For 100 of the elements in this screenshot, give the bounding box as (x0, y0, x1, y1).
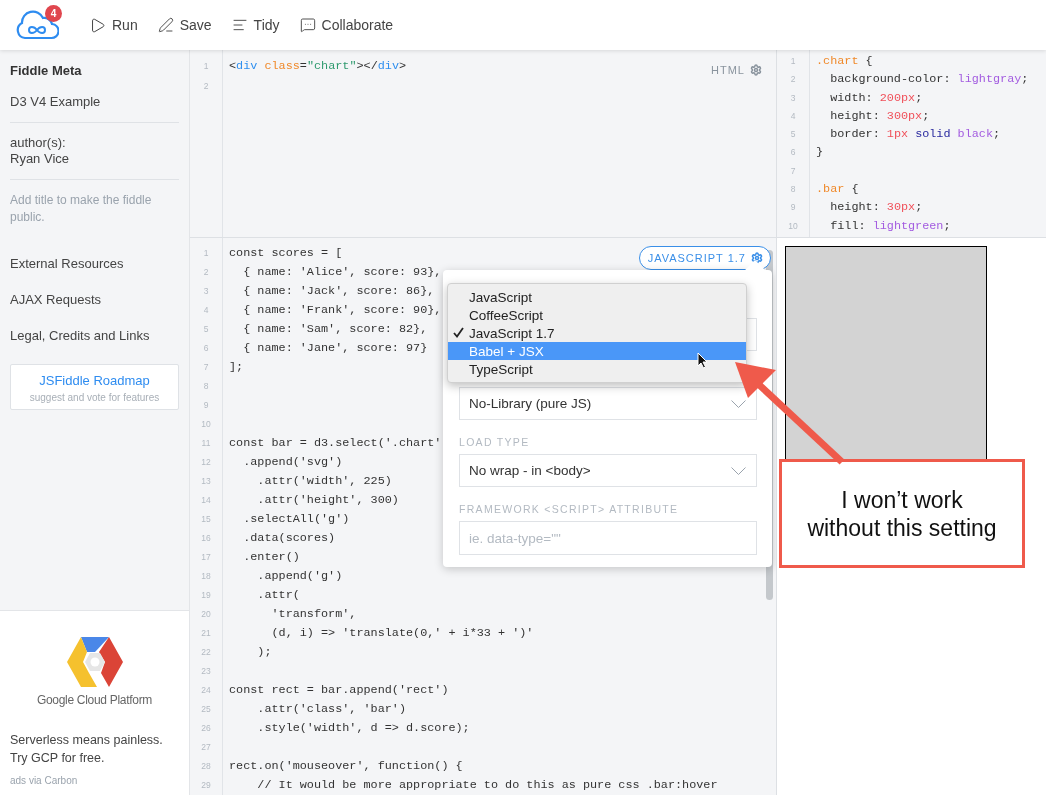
line-number: 18 (201, 570, 211, 583)
line-number: 20 (201, 608, 211, 621)
code-line: { name: 'Jack', score: 86}, (242, 283, 435, 300)
settings-icon (751, 252, 763, 264)
javascript-editor[interactable] (190, 238, 776, 795)
line-number: 26 (201, 722, 211, 735)
code-line: .chart { (816, 53, 873, 70)
run-button[interactable]: Run (89, 16, 138, 34)
play-icon (89, 16, 106, 34)
author-name: Ryan Vice (10, 151, 70, 167)
line-number: 28 (201, 760, 211, 773)
code-line: .append('svg') (242, 454, 343, 471)
code-line: background-color: lightgray; (829, 71, 1029, 89)
code-line: .enter() (242, 549, 300, 566)
line-number: 16 (201, 532, 211, 545)
line-number: 5 (203, 323, 209, 336)
code-line: .selectAll('g') (242, 511, 350, 528)
brand-name: Google Cloud Platform (36, 693, 153, 707)
dropdown-option[interactable]: JavaScript (448, 288, 746, 306)
code-line: (d, i) => 'translate(0,' + i*33 + ')' (270, 625, 534, 642)
lines-icon (231, 17, 248, 33)
annotation-text: I won’t work without this setting (806, 485, 998, 542)
code-line: .style('width', d => d.score); (256, 720, 470, 737)
code-line: fill: lightgreen; (829, 217, 951, 235)
code-line: height: 300px; (829, 107, 930, 125)
chat-icon (299, 17, 316, 33)
fiddle-title[interactable]: D3 V4 Example (10, 94, 179, 110)
code-line: const rect = bar.append('rect') (229, 682, 449, 699)
language-button[interactable]: JAVASCRIPT 1.7 (638, 246, 771, 270)
line-number: 14 (201, 494, 211, 507)
code-line: ); (256, 644, 272, 661)
line-number: 24 (201, 684, 211, 697)
panel-label: HTML (711, 64, 745, 76)
settings-icon[interactable] (750, 64, 762, 76)
chevron-icon (731, 399, 746, 408)
hexagon-logo-icon (66, 637, 123, 687)
sidebar-link[interactable]: Legal, Credits and Links (10, 328, 179, 344)
dropdown-option[interactable]: JavaScript 1.7 (448, 324, 746, 342)
line-number: 13 (201, 475, 211, 488)
chevron-icon (731, 466, 746, 475)
code-line: rect.on('mouseover', function() { (229, 758, 463, 775)
framework-select[interactable]: No-Library (pure JS) (459, 387, 757, 420)
checkmark-icon (453, 327, 464, 338)
line-number: 29 (201, 779, 211, 792)
sidebar-link[interactable]: AJAX Requests (10, 292, 179, 308)
code-line: const scores = [ (229, 245, 343, 262)
code-line: { name: 'Jane', score: 97} (242, 340, 428, 357)
line-number: 19 (201, 589, 211, 602)
pencil-icon (157, 17, 174, 33)
dropdown-option[interactable]: CoffeeScript (448, 306, 746, 324)
line-number: 22 (201, 646, 211, 659)
notification-badge: 4 (45, 5, 62, 22)
code-line: border: 1px solid black; (829, 126, 1001, 144)
code-line: .attr('height', 300) (256, 492, 399, 509)
code-line: const bar = d3.select('.chart' (229, 435, 442, 452)
code-line: width: 200px; (829, 89, 923, 107)
field-label: FRAMEWORK <SCRIPT> ATTRIBUTE (459, 503, 680, 515)
cloud-logo-icon[interactable] (15, 10, 59, 40)
line-number: 5 (790, 128, 796, 142)
attribute-input[interactable]: ie. data-type="" (459, 521, 757, 555)
line-number: 7 (790, 164, 796, 178)
line-number: 7 (203, 361, 209, 374)
line-number: 21 (201, 627, 211, 640)
mouse-pointer-icon (697, 352, 708, 369)
sidebar-link[interactable]: External Resources (10, 256, 179, 272)
line-number: 1 (790, 55, 796, 68)
author-label: author(s): (10, 135, 67, 151)
line-number: 23 (201, 665, 211, 678)
code-line: .attr( (256, 587, 300, 604)
code-line: .attr('width', 225) (256, 473, 392, 490)
load-type-select[interactable]: No wrap - in <body> (459, 454, 757, 487)
code-line: { name: 'Alice', score: 93}, (242, 264, 442, 281)
tidy-button[interactable]: Tidy (231, 17, 280, 33)
collaborate-button[interactable]: Collaborate (299, 17, 394, 33)
line-number: 10 (201, 418, 211, 431)
line-number: 1 (203, 60, 209, 73)
ad-text[interactable]: Serverless means painless. Try GCP for free. (10, 731, 179, 767)
code-line: } (816, 144, 824, 162)
line-number: 27 (201, 741, 211, 754)
line-number: 9 (790, 201, 796, 215)
code-line: .data(scores) (242, 530, 336, 547)
code-line: { name: 'Frank', score: 90}, (242, 302, 442, 319)
line-number: 17 (201, 551, 211, 564)
hint-text: Add title to make the fiddle public. (10, 192, 153, 226)
line-number: 10 (788, 219, 798, 233)
roadmap-card[interactable]: JSFiddle Roadmap suggest and vote for features (10, 364, 179, 410)
code-line: // It would be more appropriate to do this as pure css .bar:hover (256, 777, 718, 794)
code-line: { name: 'Sam', score: 82}, (242, 321, 428, 338)
sidebar-heading: Fiddle Meta (10, 62, 83, 80)
roadmap-subtitle: suggest and vote for features (29, 392, 160, 403)
roadmap-title: JSFiddle Roadmap (39, 373, 150, 388)
code-line: <div class="chart"></div> (229, 58, 407, 75)
line-number: 1 (203, 247, 209, 260)
line-number: 12 (201, 456, 211, 469)
save-button[interactable]: Save (157, 17, 212, 33)
code-line: .attr('class', 'bar') (256, 701, 406, 718)
code-line: height: 30px; (829, 199, 923, 217)
line-number: 11 (201, 437, 211, 450)
line-number: 15 (201, 513, 211, 526)
code-line: .bar { (816, 181, 859, 199)
